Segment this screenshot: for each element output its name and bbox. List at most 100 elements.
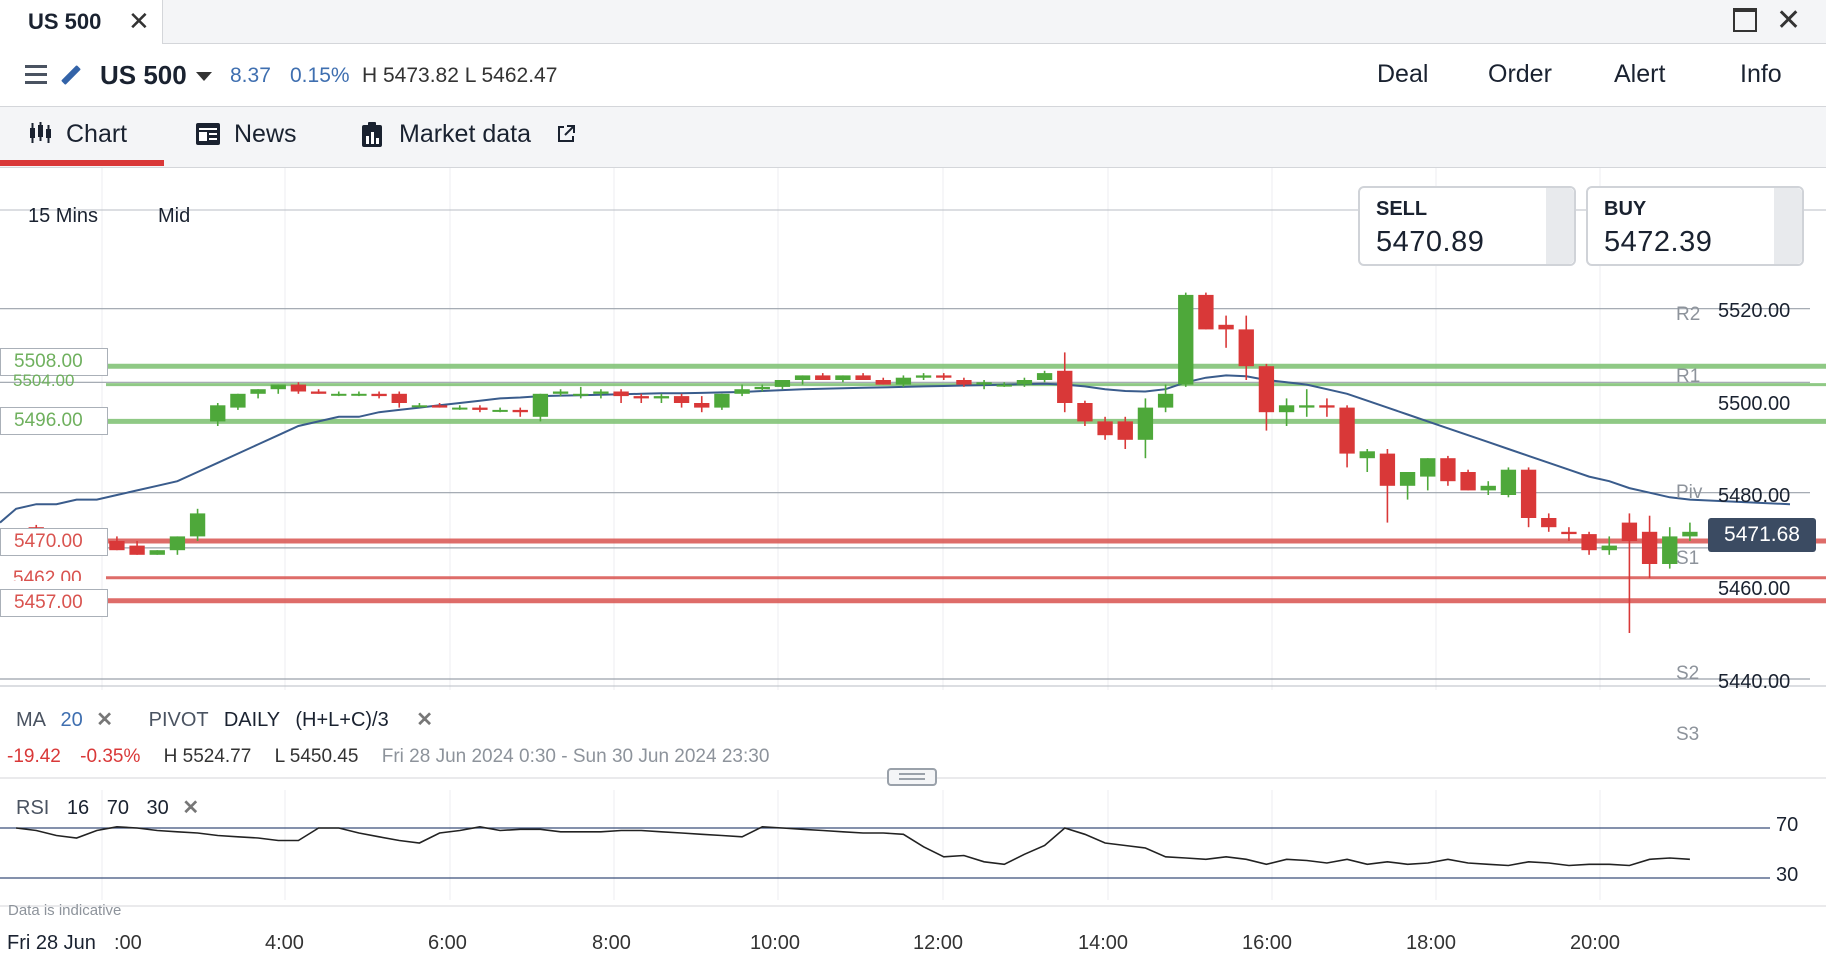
x-axis-tick: 4:00 [265, 932, 304, 954]
candle-body [1460, 472, 1476, 491]
candle-body [1682, 531, 1698, 537]
candle-body [1238, 329, 1254, 367]
level-label-support[interactable]: 5457.00 [0, 589, 108, 617]
candle-body [673, 396, 690, 403]
sell-strip [1546, 188, 1574, 264]
candle-body [129, 545, 145, 555]
disclaimer: Data is indicative [8, 902, 122, 919]
candle-body [754, 386, 770, 390]
level-label-support[interactable]: 5470.00 [0, 528, 108, 556]
candle-body [210, 405, 226, 422]
price-type-selector[interactable]: Mid [158, 205, 190, 228]
candle-body [1057, 370, 1073, 403]
candle-body [1016, 380, 1033, 385]
y-axis-label: 5500.00 [1718, 393, 1791, 415]
candle-body [149, 550, 165, 555]
y-axis-label: 5440.00 [1718, 671, 1791, 693]
studies-bar: MA 20 ✕ PIVOT DAILY (H+L+C)/3 ✕ [16, 707, 433, 732]
candle-body [1137, 407, 1154, 440]
candle-body [1581, 534, 1597, 551]
candle-body [653, 396, 670, 399]
pivot-formula[interactable]: (H+L+C)/3 [295, 709, 388, 731]
rsi-lower[interactable]: 30 [147, 797, 169, 819]
buy-price: 5472.39 [1604, 226, 1713, 258]
buy-strip [1774, 188, 1802, 264]
candle-body [734, 389, 750, 394]
candle-body [532, 393, 549, 417]
level-label-support[interactable]: 5462.00 [0, 567, 106, 581]
rsi-upper[interactable]: 70 [107, 797, 129, 819]
buy-button[interactable]: BUY 5472.39 [1586, 186, 1804, 266]
level-label-resistance[interactable]: 5508.00 [0, 348, 108, 376]
candle-body [573, 393, 589, 396]
rsi-line [16, 825, 1690, 867]
candle-body [1117, 421, 1133, 440]
rsi-label: RSI [16, 797, 50, 819]
candle-body [512, 409, 528, 413]
candle-body [371, 393, 387, 397]
ma-period[interactable]: 20 [60, 709, 82, 731]
pivot-remove-icon[interactable]: ✕ [416, 709, 433, 731]
candle-body [411, 405, 428, 408]
candle-body [1379, 453, 1396, 486]
candle-body [331, 393, 347, 396]
candle-body [310, 391, 327, 394]
candle-body [613, 391, 629, 397]
candle-body [714, 393, 730, 408]
x-axis-tick: 16:00 [1242, 932, 1293, 954]
candle-body [1420, 458, 1436, 477]
panel-resize-handle[interactable] [887, 768, 937, 786]
period-high: H 5524.77 [163, 746, 252, 767]
candle-body [1480, 485, 1496, 491]
candle-body [1278, 405, 1295, 413]
candle-body [936, 375, 952, 378]
pivot-label-piv: Piv [1676, 482, 1703, 503]
sell-button[interactable]: SELL 5470.89 [1358, 186, 1576, 266]
candle-body [996, 384, 1012, 387]
rsi-lower-axis-label: 30 [1776, 864, 1799, 886]
candle-body [492, 409, 508, 412]
period-low: L 5450.45 [274, 746, 359, 767]
candle-body [1258, 366, 1275, 413]
buy-label: BUY [1604, 198, 1647, 220]
candle-body [1097, 421, 1113, 436]
candle-body [1218, 324, 1234, 330]
period-change: -19.42 [7, 746, 61, 767]
candle-body [895, 377, 912, 385]
y-axis-label: 5460.00 [1718, 578, 1791, 600]
x-axis-tick: 14:00 [1078, 932, 1129, 954]
rsi-period[interactable]: 16 [67, 797, 89, 819]
candle-body [1641, 531, 1658, 564]
candle-body [694, 403, 710, 408]
candle-body [956, 380, 972, 385]
candle-body [835, 375, 851, 380]
candle-body [1299, 405, 1315, 408]
candle-body [633, 396, 649, 399]
candle-body [1500, 469, 1517, 495]
level-label-resistance[interactable]: 5496.00 [0, 407, 108, 435]
pivot-label-s3: S3 [1676, 724, 1700, 745]
y-axis-label: 5480.00 [1718, 485, 1791, 507]
y-axis-label: 5520.00 [1718, 300, 1791, 322]
pivot-label-r1: R1 [1676, 366, 1701, 387]
x-axis-tick: 6:00 [428, 932, 467, 954]
ma-remove-icon[interactable]: ✕ [96, 709, 113, 731]
x-axis-tick: 18:00 [1406, 932, 1457, 954]
candle-body [552, 391, 569, 394]
x-axis-tick: :00 [114, 932, 142, 954]
pivot-label: PIVOT [148, 709, 209, 731]
ma-label: MA [16, 709, 45, 731]
pivot-period[interactable]: DAILY [224, 709, 280, 731]
candle-body [431, 405, 448, 408]
candle-body [915, 375, 932, 378]
sell-label: SELL [1376, 198, 1428, 220]
candle-body [290, 384, 307, 392]
rsi-study-bar: RSI 16 70 30 ✕ [16, 795, 199, 820]
rsi-remove-icon[interactable]: ✕ [182, 797, 199, 819]
level-label-resistance[interactable]: 5504.00 [0, 374, 106, 396]
pivot-label-r2: R2 [1676, 304, 1701, 325]
period-range: Fri 28 Jun 2024 0:30 - Sun 30 Jun 2024 2… [381, 746, 770, 767]
candle-body [1198, 294, 1214, 330]
price-chart[interactable] [0, 0, 1826, 966]
timeframe-selector[interactable]: 15 Mins [28, 205, 98, 228]
